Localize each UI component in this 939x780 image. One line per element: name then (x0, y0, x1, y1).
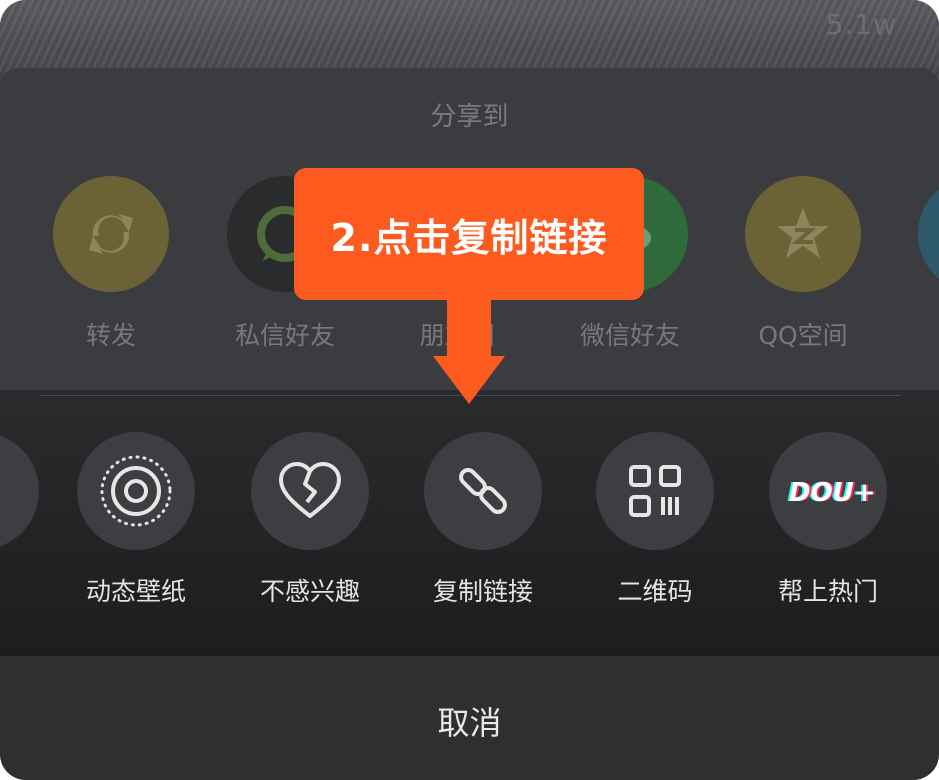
action-dou-plus[interactable]: DOU+ DOU+ DOU+ 帮上热门 (753, 432, 903, 608)
repost-icon (53, 176, 169, 292)
broken-heart-icon (251, 432, 369, 550)
share-target-qzone[interactable]: QQ空间 (743, 176, 863, 352)
partial-action-icon (0, 432, 39, 550)
cancel-label: 取消 (437, 704, 502, 742)
qr-code-icon (596, 432, 714, 550)
instruction-tooltip: 2.点击复制链接 (294, 168, 644, 300)
instruction-arrow-shaft (447, 296, 491, 360)
share-target-label: 转发 (85, 321, 136, 350)
action-live-wallpaper[interactable]: 动态壁纸 (61, 432, 211, 608)
action-qr-code[interactable]: 二维码 (580, 432, 730, 608)
share-target-label: Q (916, 316, 939, 345)
instruction-text: 2.点击复制链接 (330, 215, 608, 260)
instruction-arrow-icon (433, 356, 505, 404)
action-label: 二维码 (617, 577, 693, 606)
like-count: 5.1w (825, 8, 897, 41)
share-target-label: 微信好友 (579, 321, 680, 350)
action-label: 帮上热门 (777, 577, 878, 606)
share-sheet-title: 分享到 (430, 102, 509, 132)
share-target-qq[interactable]: Q (916, 176, 939, 345)
app-frame: 5.1w 分享到 转发 私信好友 朋友圈 (0, 0, 939, 780)
action-copy-link[interactable]: 复制链接 (408, 432, 558, 608)
action-label: 动态壁纸 (85, 577, 186, 606)
live-wallpaper-icon (77, 432, 195, 550)
share-target-repost[interactable]: 转发 (51, 176, 171, 352)
dou-plus-badge-text: DOU+ (789, 478, 876, 508)
qq-icon (918, 176, 939, 292)
qzone-star-icon (745, 176, 861, 292)
share-target-label: QQ空间 (758, 321, 848, 350)
action-partial[interactable] (0, 432, 55, 550)
action-label: 不感兴趣 (259, 577, 360, 606)
action-label: 复制链接 (432, 577, 533, 606)
share-target-label: 私信好友 (234, 321, 335, 350)
dou-plus-icon: DOU+ DOU+ DOU+ (769, 432, 887, 550)
action-not-interested[interactable]: 不感兴趣 (235, 432, 385, 608)
link-icon (424, 432, 542, 550)
